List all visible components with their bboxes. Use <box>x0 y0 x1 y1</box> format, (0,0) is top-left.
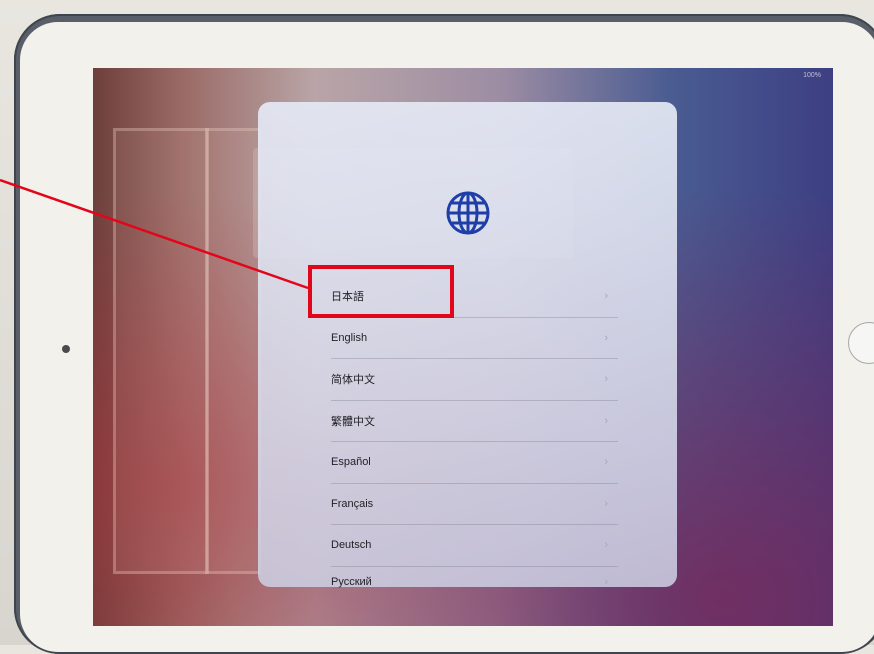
language-option-simplified-chinese[interactable]: 简体中文 › <box>331 359 618 401</box>
front-camera <box>62 345 70 353</box>
background-cabinet <box>113 128 209 574</box>
chevron-right-icon: › <box>604 373 608 386</box>
language-label: 简体中文 <box>331 374 375 387</box>
battery-status: 100% <box>803 72 821 79</box>
language-option-english[interactable]: English › <box>331 318 618 359</box>
language-option-german[interactable]: Deutsch › <box>331 525 618 567</box>
language-option-traditional-chinese[interactable]: 繁體中文 › <box>331 401 618 442</box>
chevron-right-icon: › <box>604 290 608 303</box>
chevron-right-icon: › <box>604 331 608 344</box>
chevron-right-icon: › <box>604 497 608 510</box>
language-label: Русский <box>331 575 372 588</box>
language-label: Deutsch <box>331 539 372 552</box>
language-option-spanish[interactable]: Español › <box>331 442 618 484</box>
annotation-highlight-box <box>308 265 454 318</box>
language-label: Español <box>331 456 371 469</box>
language-list: 日本語 › English › 简体中文 › 繁體中文 › Español › … <box>331 276 618 597</box>
language-option-russian[interactable]: Русский › <box>331 567 618 597</box>
chevron-right-icon: › <box>604 539 608 552</box>
chevron-right-icon: › <box>604 414 608 427</box>
globe-icon <box>446 191 490 235</box>
language-label: 繁體中文 <box>331 415 375 428</box>
language-label: English <box>331 331 368 344</box>
language-label: Français <box>331 497 374 510</box>
chevron-right-icon: › <box>604 456 608 469</box>
chevron-right-icon: › <box>604 575 608 588</box>
language-option-french[interactable]: Français › <box>331 484 618 525</box>
